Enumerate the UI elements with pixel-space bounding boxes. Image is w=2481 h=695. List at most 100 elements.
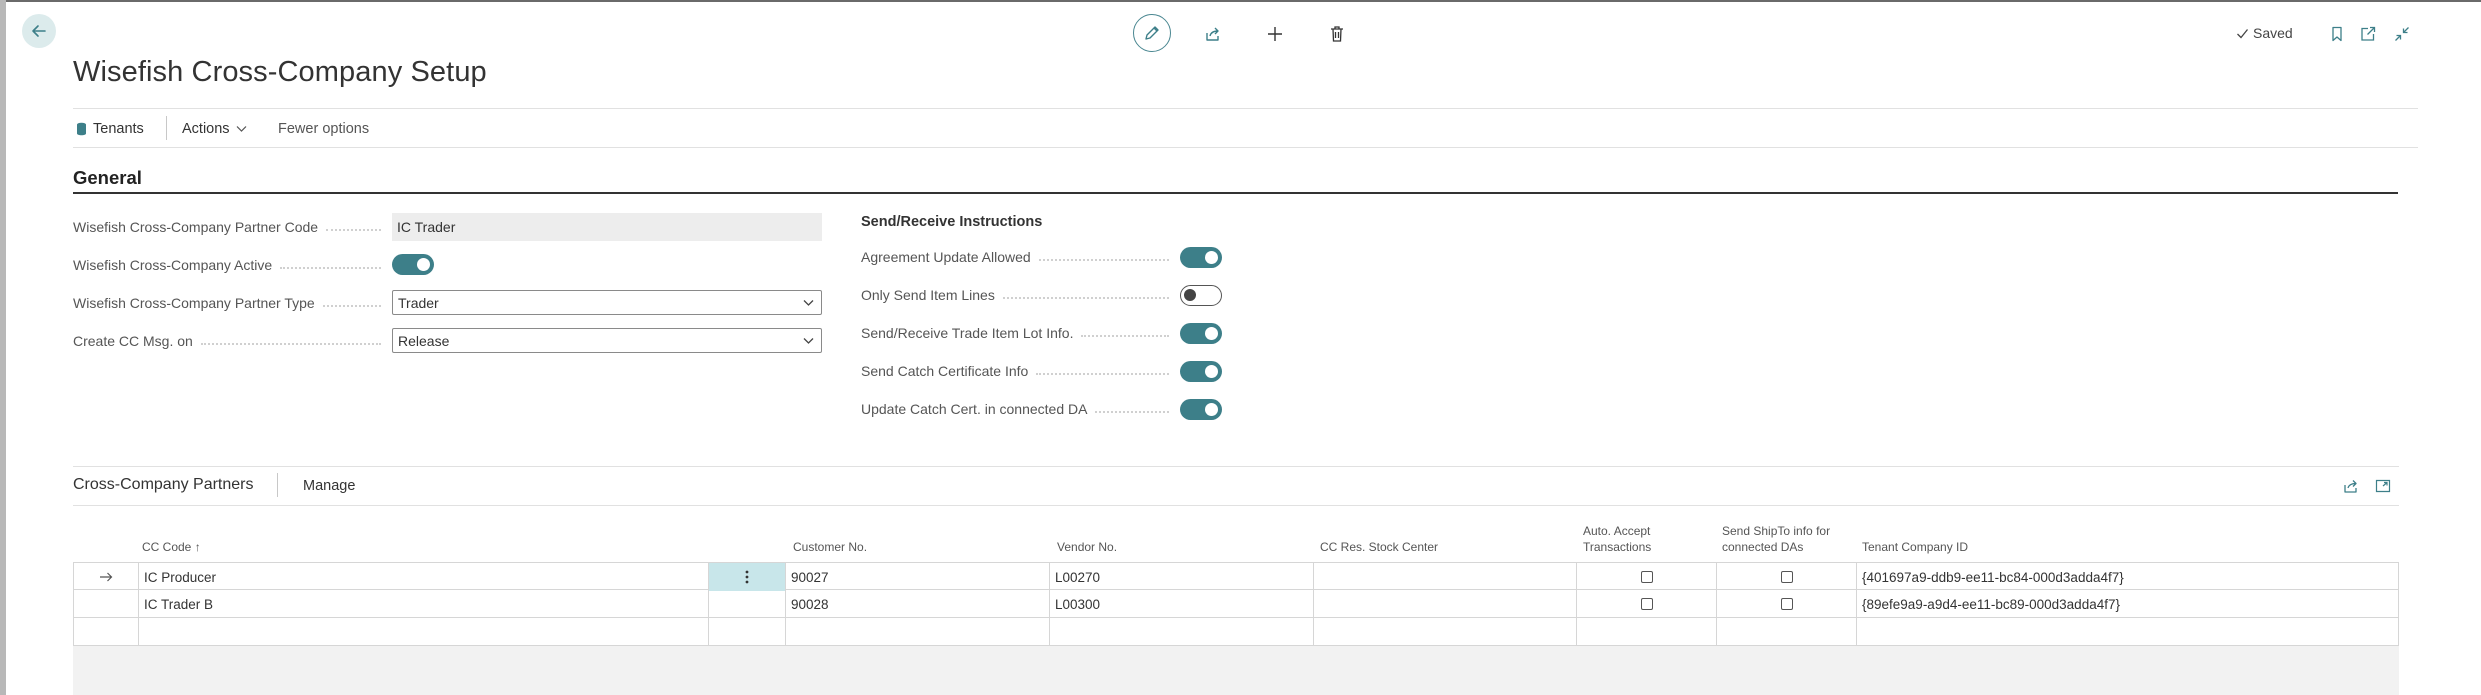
arrow-right-icon (100, 572, 113, 582)
col-header-vendor-no[interactable]: Vendor No. (1057, 539, 1117, 555)
actions-menu-button[interactable]: Actions (182, 118, 247, 140)
col-header-auto-accept[interactable]: Auto. Accept Transactions (1583, 523, 1673, 555)
update-catch-cert-toggle[interactable] (1180, 399, 1222, 420)
cc-code-cell[interactable] (138, 618, 708, 646)
fewer-options-label: Fewer options (278, 121, 370, 137)
actions-label: Actions (182, 121, 230, 137)
send-shipto-checkbox[interactable] (1780, 571, 1793, 583)
customer-no-cell[interactable]: 90028 (785, 590, 1049, 618)
row-indicator-cell (74, 590, 138, 618)
only-send-item-lines-toggle[interactable] (1180, 285, 1222, 306)
collapse-button[interactable] (2385, 17, 2419, 51)
cc-res-stock-cell[interactable] (1313, 618, 1576, 646)
partners-separator (277, 473, 278, 497)
bookmark-button[interactable] (2320, 17, 2354, 51)
window-left-border (0, 0, 6, 695)
save-status: Saved (2236, 25, 2293, 41)
col-header-send-shipto[interactable]: Send ShipTo info for connected DAs (1722, 523, 1847, 555)
auto-accept-checkbox[interactable] (1640, 598, 1653, 610)
action-bar-top-line (73, 108, 2418, 109)
cc-code-cell[interactable]: IC Trader B (138, 590, 708, 618)
open-new-window-button[interactable] (2351, 17, 2385, 51)
partner-type-select[interactable]: Trader (392, 290, 822, 315)
share-icon (2344, 480, 2357, 493)
trade-item-lot-toggle[interactable] (1180, 323, 1222, 344)
row-menu-cell[interactable] (708, 590, 785, 618)
partner-type-label: Wisefish Cross-Company Partner Type (73, 291, 391, 315)
create-msg-select[interactable]: Release (392, 328, 822, 353)
edit-button[interactable] (1133, 14, 1171, 52)
delete-button[interactable] (1320, 17, 1354, 51)
vendor-no-cell[interactable] (1049, 618, 1313, 646)
cc-code-cell[interactable]: IC Producer (138, 563, 708, 591)
partners-expand-button[interactable] (2366, 469, 2400, 503)
col-header-tenant-company-id[interactable]: Tenant Company ID (1862, 539, 1968, 555)
only-send-item-lines-label: Only Send Item Lines (861, 283, 1179, 307)
send-shipto-cell[interactable] (1716, 618, 1856, 646)
customer-no-cell[interactable]: 90027 (785, 563, 1049, 591)
fewer-options-button[interactable]: Fewer options (278, 118, 369, 140)
cc-res-stock-cell[interactable] (1313, 563, 1576, 591)
chevron-down-icon (803, 338, 814, 344)
action-separator (166, 116, 167, 140)
row-indicator-cell (74, 563, 138, 591)
partners-bottom-line (73, 505, 2399, 506)
tenant-company-id-cell[interactable]: {89efe9a9-a9d4-ee11-bc89-000d3adda4f7} (1856, 590, 2398, 618)
new-button[interactable] (1258, 17, 1292, 51)
row-menu-cell[interactable] (708, 618, 785, 646)
auto-accept-cell (1576, 563, 1716, 591)
col-header-customer-no[interactable]: Customer No. (793, 539, 867, 555)
auto-accept-cell[interactable] (1576, 618, 1716, 646)
col-header-cc-code[interactable]: CC Code ↑ (142, 539, 201, 555)
vendor-no-cell[interactable]: L00300 (1049, 590, 1313, 618)
agreement-update-label: Agreement Update Allowed (861, 245, 1179, 269)
partners-share-button[interactable] (2334, 469, 2368, 503)
agreement-update-toggle[interactable] (1180, 247, 1222, 268)
update-catch-cert-label: Update Catch Cert. in connected DA (861, 397, 1179, 421)
chevron-down-icon (803, 300, 814, 306)
table-row[interactable]: IC Producer 90027 L00270 {401697a9-ddb9-… (73, 562, 2399, 591)
auto-accept-cell (1576, 590, 1716, 618)
expand-icon (2375, 479, 2391, 493)
general-section-underline (73, 192, 2398, 194)
general-section-title[interactable]: General (73, 167, 142, 189)
tenant-company-id-cell[interactable] (1856, 618, 2398, 646)
send-shipto-cell (1716, 563, 1856, 591)
partners-top-line (73, 466, 2399, 467)
empty-new-row[interactable] (73, 618, 2399, 646)
database-icon (77, 122, 86, 136)
send-shipto-checkbox[interactable] (1780, 598, 1793, 610)
row-indicator-cell (74, 618, 138, 646)
partners-title[interactable]: Cross-Company Partners (73, 476, 254, 494)
trade-item-lot-label: Send/Receive Trade Item Lot Info. (861, 321, 1179, 345)
table-row[interactable]: IC Trader B 90028 L00300 {89efe9a9-a9d4-… (73, 590, 2399, 618)
row-menu-button[interactable] (708, 563, 785, 591)
partner-code-field[interactable]: IC Trader (392, 213, 822, 241)
checkmark-icon (2237, 28, 2249, 38)
customer-no-cell[interactable] (785, 618, 1049, 646)
partner-type-value: Trader (398, 294, 439, 311)
window-top-border (0, 0, 2481, 2)
col-header-cc-res-stock[interactable]: CC Res. Stock Center (1320, 539, 1438, 555)
page-title: Wisefish Cross-Company Setup (73, 56, 487, 88)
tenants-button[interactable]: Tenants (76, 118, 144, 140)
vendor-no-cell[interactable]: L00270 (1049, 563, 1313, 591)
tenants-label: Tenants (93, 121, 144, 137)
open-in-new-window-icon (2361, 26, 2376, 41)
create-msg-label: Create CC Msg. on (73, 329, 391, 353)
plus-icon (1268, 27, 1282, 41)
back-button[interactable] (22, 14, 56, 48)
share-icon (1206, 27, 1219, 41)
manage-button[interactable]: Manage (303, 478, 355, 494)
active-toggle[interactable] (392, 254, 434, 275)
tenant-company-id-cell[interactable]: {401697a9-ddb9-ee11-bc84-000d3adda4f7} (1856, 563, 2398, 591)
vertical-ellipsis-icon (745, 570, 749, 584)
send-receive-heading: Send/Receive Instructions (861, 214, 1043, 230)
collapse-icon (2395, 27, 2409, 41)
auto-accept-checkbox[interactable] (1640, 571, 1653, 583)
bookmark-icon (2332, 26, 2342, 42)
sort-ascending-icon: ↑ (194, 540, 201, 554)
catch-cert-info-toggle[interactable] (1180, 361, 1222, 382)
cc-res-stock-cell[interactable] (1313, 590, 1576, 618)
share-button[interactable] (1196, 17, 1230, 51)
